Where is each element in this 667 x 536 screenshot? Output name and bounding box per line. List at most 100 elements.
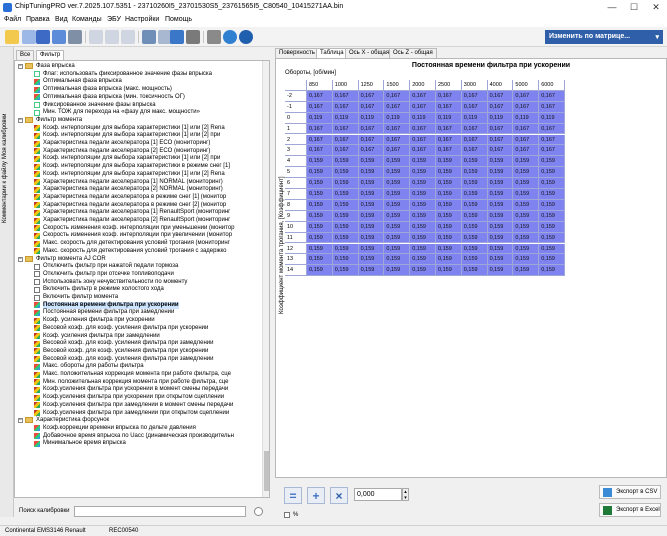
menu-commands[interactable]: Команды xyxy=(72,16,102,23)
table-cell[interactable]: 0,159 xyxy=(436,156,462,168)
table-cell[interactable]: 0,159 xyxy=(358,265,385,277)
navigate-icon[interactable] xyxy=(170,30,184,44)
table-cell[interactable]: 0,159 xyxy=(384,232,411,244)
tree-item[interactable]: Макс. скорость для детектирования услови… xyxy=(34,248,227,255)
y-axis-header[interactable]: 10 xyxy=(285,221,307,233)
table-cell[interactable]: 0,159 xyxy=(332,178,359,189)
tab-table[interactable]: Таблица xyxy=(316,48,348,58)
tree-item[interactable]: Характеристика педали акселератора [1] N… xyxy=(34,179,223,186)
table-cell[interactable]: 0,159 xyxy=(332,221,359,233)
tree-item[interactable]: Коэф.усиления фильтра при ускорении при … xyxy=(34,394,224,401)
table-cell[interactable]: 0,167 xyxy=(539,90,565,102)
x-axis-header[interactable]: 2500 xyxy=(436,80,462,91)
table-cell[interactable]: 0,119 xyxy=(539,112,565,124)
y-axis-header[interactable]: -2 xyxy=(285,90,307,102)
table-cell[interactable]: 0,167 xyxy=(461,134,488,146)
table-cell[interactable]: 0,159 xyxy=(539,254,565,266)
table-cell[interactable]: 0,159 xyxy=(539,178,565,189)
table-cell[interactable]: 0,159 xyxy=(461,178,488,189)
table-cell[interactable]: 0,159 xyxy=(358,254,385,266)
multiply-value-button[interactable]: × xyxy=(330,487,348,504)
table-cell[interactable]: 0,167 xyxy=(307,123,333,135)
table-cell[interactable]: 0,159 xyxy=(307,156,333,168)
table-cell[interactable]: 0,159 xyxy=(436,199,462,211)
table-cell[interactable]: 0,159 xyxy=(461,167,488,179)
table-cell[interactable]: 0,167 xyxy=(332,145,359,157)
tab-surface[interactable]: Поверхность xyxy=(275,48,319,58)
table-cell[interactable]: 0,167 xyxy=(436,123,462,135)
table-cell[interactable]: 0,119 xyxy=(410,112,436,124)
x-axis-header[interactable]: 5000 xyxy=(513,80,540,91)
table-cell[interactable]: 0,159 xyxy=(358,189,385,200)
table-cell[interactable]: 0,159 xyxy=(539,243,565,255)
y-axis-header[interactable]: 7 xyxy=(285,189,307,200)
table-cell[interactable]: 0,167 xyxy=(461,145,488,157)
help-icon[interactable] xyxy=(239,30,253,44)
table-cell[interactable]: 0,159 xyxy=(332,210,359,222)
table-cell[interactable]: 0,159 xyxy=(461,254,488,266)
table-cell[interactable]: 0,167 xyxy=(436,145,462,157)
tree-item[interactable]: Включить фильтр в режиме холостого хода xyxy=(34,286,164,293)
table-cell[interactable]: 0,159 xyxy=(410,254,436,266)
y-axis-header[interactable]: 13 xyxy=(285,254,307,266)
tree-item[interactable]: Скорость изменения коэф. интерполяции пр… xyxy=(34,232,232,239)
table-cell[interactable]: 0,159 xyxy=(539,265,565,277)
table-cell[interactable]: 0,167 xyxy=(410,134,436,146)
collapse-icon[interactable]: − xyxy=(18,117,23,123)
table-cell[interactable]: 0,159 xyxy=(436,265,462,277)
table-cell[interactable]: 0,167 xyxy=(487,145,514,157)
table-cell[interactable]: 0,159 xyxy=(332,199,359,211)
table-cell[interactable]: 0,159 xyxy=(513,156,540,168)
table-cell[interactable]: 0,167 xyxy=(487,90,514,102)
table-cell[interactable]: 0,159 xyxy=(461,221,488,233)
table-cell[interactable]: 0,119 xyxy=(307,112,333,124)
table-cell[interactable]: 0,119 xyxy=(513,112,540,124)
y-axis-header[interactable]: 5 xyxy=(285,167,307,179)
close-button[interactable]: ✕ xyxy=(645,0,667,15)
tree-item[interactable]: Коэф.коррекции времени впрыска по дельте… xyxy=(34,425,196,432)
table-cell[interactable]: 0,159 xyxy=(384,189,411,200)
tree-folder[interactable]: − Характеристика форсунок xyxy=(18,417,109,424)
table-cell[interactable]: 0,159 xyxy=(436,221,462,233)
table-cell[interactable]: 0,159 xyxy=(410,156,436,168)
save-as-icon[interactable] xyxy=(52,30,66,44)
table-cell[interactable]: 0,159 xyxy=(513,265,540,277)
export-excel-button[interactable]: Экспорт в Excel xyxy=(599,503,661,517)
table-cell[interactable]: 0,159 xyxy=(332,243,359,255)
x-axis-header[interactable]: 1500 xyxy=(384,80,411,91)
scrollbar-thumb[interactable] xyxy=(264,451,269,491)
tree-item[interactable]: Использовать зону нечувствительности по … xyxy=(34,279,187,286)
table-cell[interactable]: 0,159 xyxy=(513,189,540,200)
table-cell[interactable]: 0,159 xyxy=(461,189,488,200)
menu-file[interactable]: Файл xyxy=(4,16,21,23)
table-cell[interactable]: 0,167 xyxy=(384,90,411,102)
table-cell[interactable]: 0,159 xyxy=(307,210,333,222)
y-axis-header[interactable]: 0 xyxy=(285,112,307,124)
x-axis-header[interactable]: 3000 xyxy=(461,80,488,91)
change-by-matrix-button[interactable]: Изменить по матрице... ▾ xyxy=(545,30,663,44)
tree-item[interactable]: Фиксированное значение фазы впрыска xyxy=(34,102,156,109)
tree-item[interactable]: Коэф. интерполяции для выбора характерис… xyxy=(34,163,230,170)
table-cell[interactable]: 0,119 xyxy=(436,112,462,124)
tree-item[interactable]: Коэф. интерполяции для выбора характерис… xyxy=(34,171,225,178)
y-axis-header[interactable]: 9 xyxy=(285,210,307,222)
table-cell[interactable]: 0,159 xyxy=(487,232,514,244)
table-cell[interactable]: 0,159 xyxy=(307,199,333,211)
tree-item[interactable]: Макс. скорость для детектирования услови… xyxy=(34,240,230,247)
table-cell[interactable]: 0,159 xyxy=(513,167,540,179)
tree-item[interactable]: Коэф. интерполяции для выбора характерис… xyxy=(34,132,220,139)
table-cell[interactable]: 0,159 xyxy=(461,232,488,244)
table-cell[interactable]: 0,167 xyxy=(436,101,462,113)
menu-edit[interactable]: Правка xyxy=(26,16,50,23)
tree-folder[interactable]: − Фильтр момента AJ COR xyxy=(18,255,106,263)
table-cell[interactable]: 0,167 xyxy=(332,134,359,146)
table-cell[interactable]: 0,159 xyxy=(384,265,411,277)
table-cell[interactable]: 0,159 xyxy=(513,221,540,233)
tree-item[interactable]: Оптимальная фаза впрыска (макс. мощность… xyxy=(34,86,172,93)
table-cell[interactable]: 0,159 xyxy=(487,243,514,255)
table-cell[interactable]: 0,167 xyxy=(539,145,565,157)
table-cell[interactable]: 0,159 xyxy=(358,167,385,179)
add-value-button[interactable]: + xyxy=(307,487,325,504)
table-cell[interactable]: 0,159 xyxy=(487,265,514,277)
table-cell[interactable]: 0,167 xyxy=(436,90,462,102)
